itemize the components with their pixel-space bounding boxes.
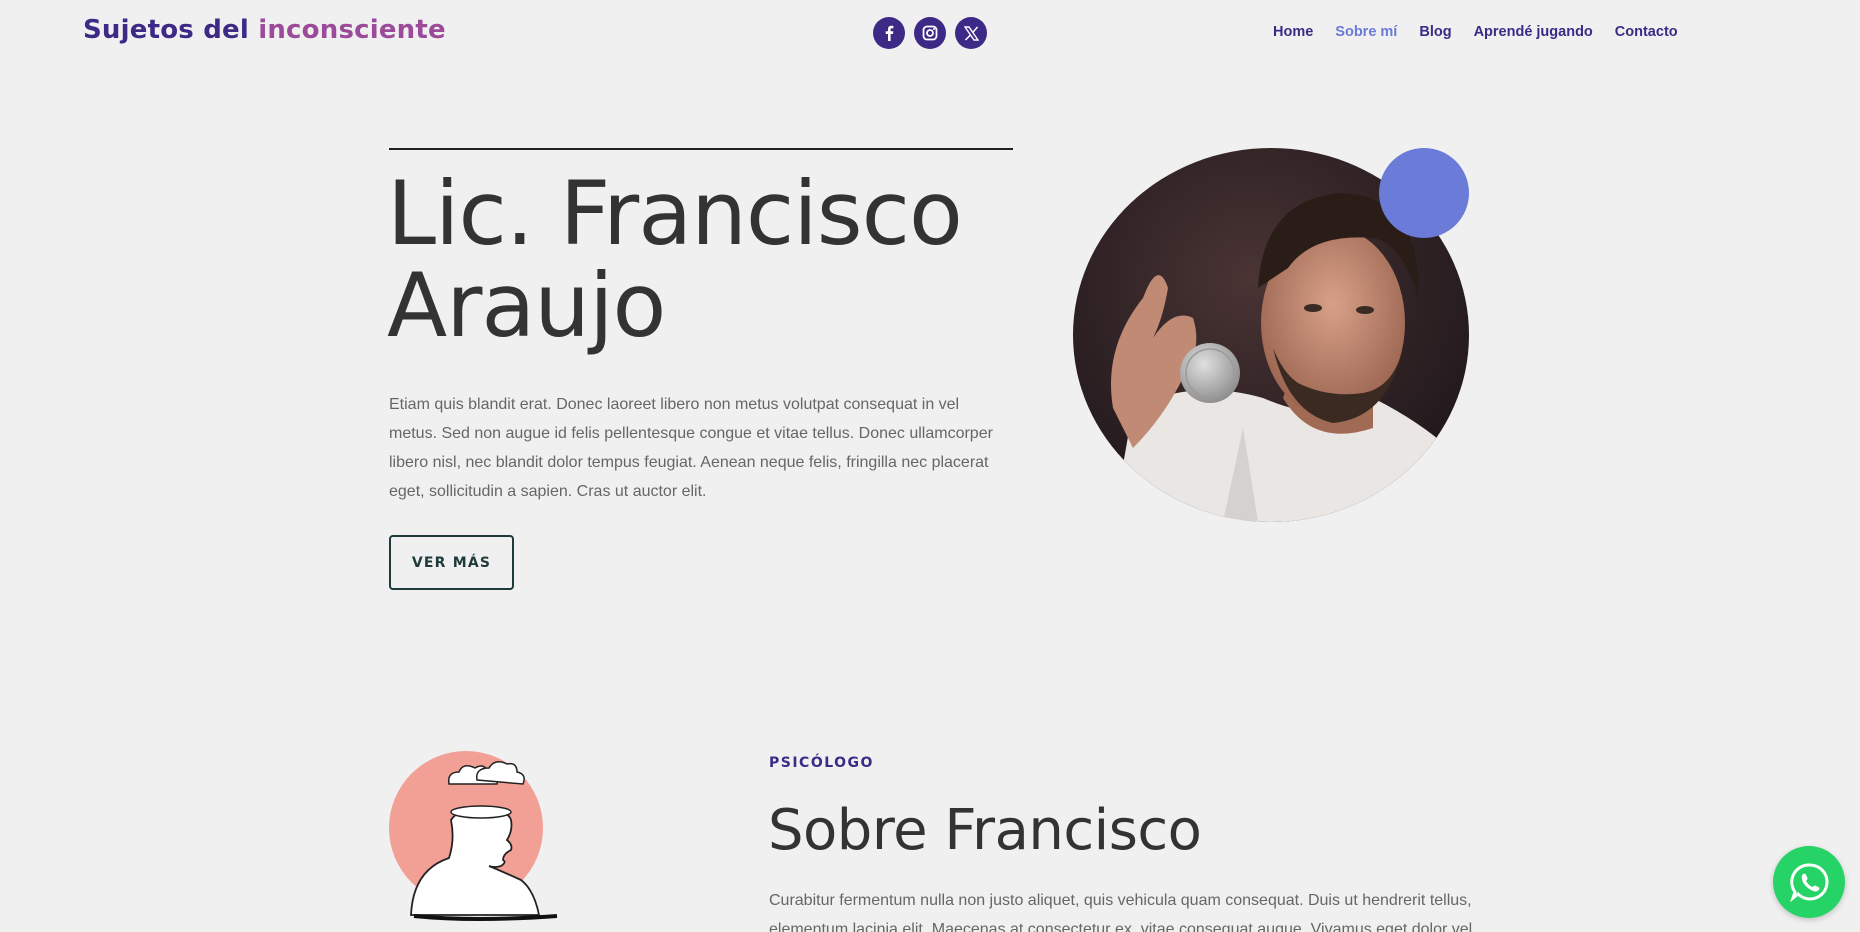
hero-description: Etiam quis blandit erat. Donec laoreet l… xyxy=(389,396,993,500)
whatsapp-icon[interactable] xyxy=(1773,846,1845,918)
nav-aprende-jugando[interactable]: Aprendé jugando xyxy=(1474,24,1593,40)
ver-mas-button[interactable]: VER MÁS xyxy=(389,535,514,590)
x-twitter-icon[interactable] xyxy=(955,17,987,49)
site-logo[interactable]: Sujetos del inconsciente xyxy=(83,15,446,45)
nav-home[interactable]: Home xyxy=(1273,24,1313,40)
hero-title-line1: Lic. Francisco xyxy=(387,162,963,265)
section-eyebrow: PSICÓLOGO xyxy=(769,755,874,771)
hero-title: Lic. Francisco Araujo xyxy=(387,168,1027,352)
logo-text-secondary: inconsciente xyxy=(258,15,446,45)
main-nav: Home Sobre mí Blog Aprendé jugando Conta… xyxy=(1273,24,1678,40)
logo-text-primary: Sujetos del xyxy=(83,15,249,45)
nav-blog[interactable]: Blog xyxy=(1419,24,1451,40)
social-links xyxy=(873,17,987,49)
about-description: Curabitur fermentum nulla non justo aliq… xyxy=(769,892,1473,932)
decorative-dot xyxy=(1379,148,1469,238)
site-header: Sujetos del inconsciente Home Sobre mí B… xyxy=(0,0,1860,66)
instagram-icon[interactable] xyxy=(914,17,946,49)
hero-divider xyxy=(389,148,1013,150)
facebook-icon[interactable] xyxy=(873,17,905,49)
head-clouds-illustration xyxy=(389,750,559,922)
about-title: Sobre Francisco xyxy=(768,798,1202,863)
hero-title-line2: Araujo xyxy=(387,254,666,357)
nav-sobre-mi[interactable]: Sobre mí xyxy=(1335,24,1397,40)
nav-contacto[interactable]: Contacto xyxy=(1615,24,1678,40)
